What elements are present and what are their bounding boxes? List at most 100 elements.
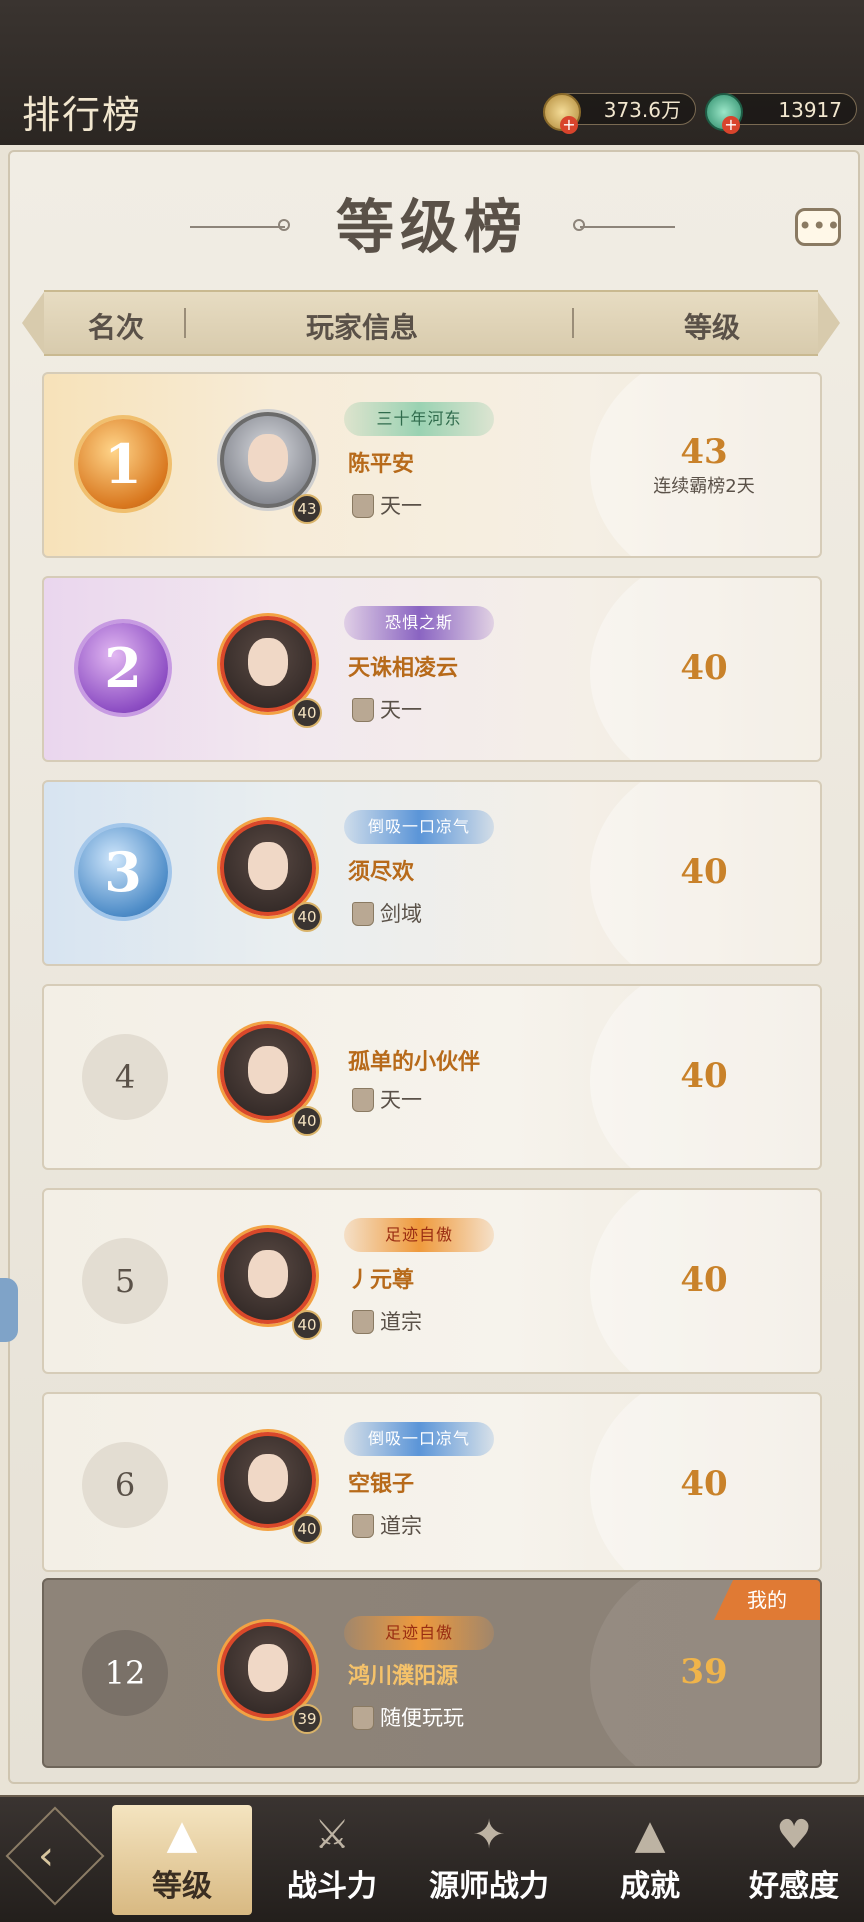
guild-icon xyxy=(352,1514,374,1538)
guild-name: 道宗 xyxy=(380,1514,422,1538)
ranking-row[interactable]: 5 40 足迹自傲 丿元尊 道宗 40 xyxy=(42,1188,822,1374)
avatar-face xyxy=(248,842,288,890)
ranking-row[interactable]: 1 43 三十年河东 陈平安 天一 43 连续霸榜2天 xyxy=(42,372,822,558)
player-name: 空银子 xyxy=(348,1471,415,1497)
tab-affinity[interactable]: ♥ 好感度 xyxy=(724,1805,864,1915)
avatar-face xyxy=(248,1454,288,1502)
avatar-face xyxy=(248,1046,288,1094)
crossed-swords-icon: ⚔ xyxy=(314,1812,350,1858)
guild-name: 天一 xyxy=(380,494,422,518)
avatar[interactable] xyxy=(220,820,316,916)
title-badge: 恐惧之斯 xyxy=(344,606,494,640)
tab-achievement[interactable]: ▲ 成就 xyxy=(580,1805,720,1915)
guild-name: 随便玩玩 xyxy=(380,1706,464,1730)
player-level: 43 xyxy=(680,432,728,472)
avatar[interactable] xyxy=(220,412,316,508)
guild-icon xyxy=(352,698,374,722)
avatar-level-badge: 39 xyxy=(292,1704,322,1734)
avatar-face xyxy=(248,1644,288,1692)
avatar-face xyxy=(248,638,288,686)
side-drawer-handle[interactable] xyxy=(0,1278,18,1342)
tab-master-power[interactable]: ✦ 源师战力 xyxy=(414,1805,564,1915)
ranking-row[interactable]: 4 40 孤单的小伙伴 天一 40 xyxy=(42,984,822,1170)
avatar-level-badge: 40 xyxy=(292,698,322,728)
tab-label: 战斗力 xyxy=(287,1869,377,1904)
col-rank: 名次 xyxy=(88,311,145,344)
guild-name: 天一 xyxy=(380,698,422,722)
add-coin-icon[interactable]: + xyxy=(560,116,578,134)
guild-name: 剑域 xyxy=(380,902,422,926)
rank-number: 4 xyxy=(82,1034,168,1120)
col-divider xyxy=(572,308,574,338)
ranking-row[interactable]: 2 40 恐惧之斯 天诛相凌云 天一 40 xyxy=(42,576,822,762)
guild-icon xyxy=(352,1088,374,1112)
rank-number: 5 xyxy=(82,1238,168,1324)
player-level: 39 xyxy=(680,1652,728,1692)
avatar[interactable] xyxy=(220,1622,316,1718)
purple-medal-icon: 2 xyxy=(78,623,168,713)
streak-note: 连续霸榜2天 xyxy=(653,476,755,497)
player-name: 天诛相凌云 xyxy=(348,655,459,681)
back-arrow-icon: ‹ xyxy=(38,1833,54,1879)
avatar[interactable] xyxy=(220,1228,316,1324)
title-badge: 三十年河东 xyxy=(344,402,494,436)
rank-number: 12 xyxy=(82,1630,168,1716)
column-header: 名次 玩家信息 等级 xyxy=(22,290,840,356)
avatar[interactable] xyxy=(220,616,316,712)
bottom-nav: ‹ ▲ 等级 ⚔ 战斗力 ✦ 源师战力 ▲ 成就 ♥ 好感度 xyxy=(0,1795,864,1922)
player-name: 孤单的小伙伴 xyxy=(348,1049,481,1075)
page-title: 排行榜 xyxy=(22,93,143,137)
avatar-level-badge: 40 xyxy=(292,1310,322,1340)
tab-label: 好感度 xyxy=(749,1869,839,1904)
player-name: 陈平安 xyxy=(348,451,415,477)
player-level: 40 xyxy=(680,1056,728,1096)
player-name: 鸿川濮阳源 xyxy=(348,1663,459,1689)
title-badge: 足迹自傲 xyxy=(344,1616,494,1650)
gold-medal-icon: 1 xyxy=(78,419,168,509)
my-ranking-row[interactable]: 12 39 足迹自傲 鸿川濮阳源 随便玩玩 39 我的 xyxy=(42,1578,822,1768)
guild-icon xyxy=(352,1706,374,1730)
player-level: 40 xyxy=(680,852,728,892)
guild-icon xyxy=(352,1310,374,1334)
guild-icon xyxy=(352,902,374,926)
back-button[interactable] xyxy=(5,1806,105,1906)
avatar-face xyxy=(248,1250,288,1298)
tab-label: 等级 xyxy=(152,1869,212,1904)
add-gem-icon[interactable]: + xyxy=(722,116,740,134)
tab-label: 成就 xyxy=(620,1869,680,1904)
affinity-icon: ♥ xyxy=(776,1812,812,1858)
tab-label: 源师战力 xyxy=(429,1869,549,1904)
achievement-icon: ▲ xyxy=(634,1812,666,1858)
ranking-row[interactable]: 6 40 倒吸一口凉气 空银子 道宗 40 xyxy=(42,1392,822,1572)
tab-combat-power[interactable]: ⚔ 战斗力 xyxy=(262,1805,402,1915)
guild-name: 天一 xyxy=(380,1088,422,1112)
avatar[interactable] xyxy=(220,1432,316,1528)
title-badge: 倒吸一口凉气 xyxy=(344,810,494,844)
chat-icon[interactable]: ••• xyxy=(795,208,841,246)
avatar-level-badge: 43 xyxy=(292,494,322,524)
master-emblem-icon: ✦ xyxy=(472,1812,506,1858)
avatar-face xyxy=(248,434,288,482)
rank-number: 6 xyxy=(82,1442,168,1528)
player-name: 丿元尊 xyxy=(348,1267,415,1293)
title-badge: 足迹自傲 xyxy=(344,1218,494,1252)
tab-level[interactable]: ▲ 等级 xyxy=(112,1805,252,1915)
col-player-info: 玩家信息 xyxy=(306,311,419,344)
player-level: 40 xyxy=(680,1260,728,1300)
guild-icon xyxy=(352,494,374,518)
avatar-level-badge: 40 xyxy=(292,902,322,932)
col-level: 等级 xyxy=(684,311,741,344)
ranking-row[interactable]: 3 40 倒吸一口凉气 须尽欢 剑域 40 xyxy=(42,780,822,966)
level-tab-icon: ▲ xyxy=(166,1812,198,1858)
player-level: 40 xyxy=(680,1464,728,1504)
title-badge: 倒吸一口凉气 xyxy=(344,1422,494,1456)
player-level: 40 xyxy=(680,648,728,688)
avatar-level-badge: 40 xyxy=(292,1106,322,1136)
player-name: 须尽欢 xyxy=(348,859,415,885)
col-divider xyxy=(184,308,186,338)
blue-medal-icon: 3 xyxy=(78,827,168,917)
guild-name: 道宗 xyxy=(380,1310,422,1334)
board-title: 等级榜 xyxy=(335,193,528,261)
avatar-level-badge: 40 xyxy=(292,1514,322,1544)
avatar[interactable] xyxy=(220,1024,316,1120)
